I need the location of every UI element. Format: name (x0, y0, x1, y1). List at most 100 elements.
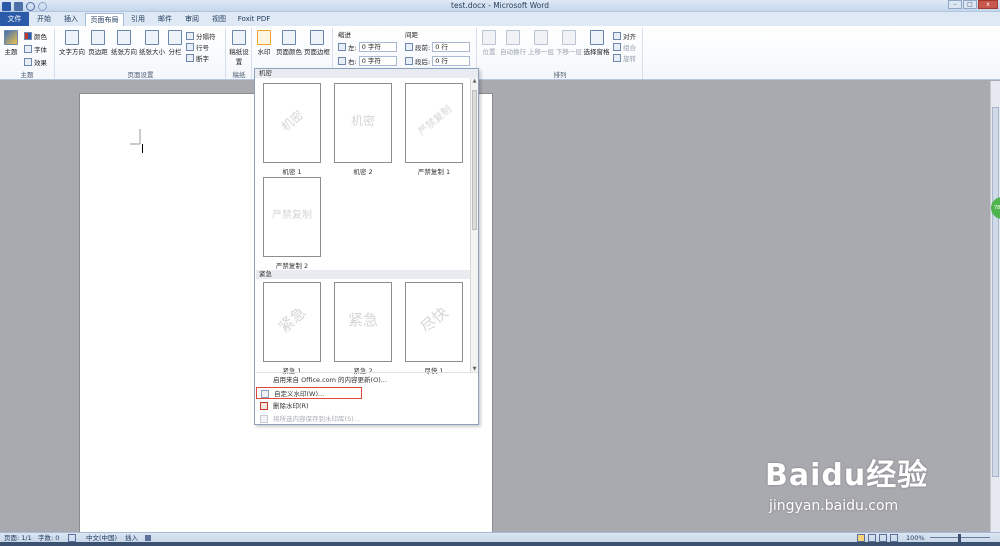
draft-settings-label: 稿纸设置 (229, 48, 249, 66)
selection-pane-button[interactable]: 选择窗格 (583, 30, 610, 56)
vertical-scrollbar[interactable] (990, 81, 1000, 532)
rotate-button[interactable]: 旋转 (613, 53, 636, 63)
custom-watermark-label: 自定义水印(W)... (274, 390, 325, 398)
draft-paper-icon (232, 30, 246, 45)
watermark-button[interactable]: 水印 (255, 30, 273, 56)
draft-view-icon[interactable] (890, 534, 898, 542)
draft-settings-button[interactable]: 稿纸设置 (229, 30, 249, 66)
watermark-item[interactable]: 尽快 尽快 1 (405, 282, 463, 375)
gallery-scrollbar[interactable]: ▲ ▼ (470, 78, 478, 372)
minimize-button[interactable]: – (948, 0, 962, 9)
text-direction-button[interactable]: 文字方向 (59, 30, 85, 56)
watermark-item[interactable]: 机密 机密 1 (263, 83, 321, 176)
macro-record-icon[interactable] (145, 535, 151, 541)
hyphenation-icon (186, 54, 194, 62)
page-color-icon (282, 30, 296, 45)
watermark-thumbnail: 紧急 (334, 282, 392, 362)
watermark-item[interactable]: 紧急 紧急 1 (263, 282, 321, 375)
indent-right-input[interactable]: 0 字符 (358, 56, 397, 66)
indent-left-label: 左: (348, 44, 357, 52)
indent-right-row: 右: 0 字符 (338, 56, 397, 66)
colors-icon (24, 32, 32, 40)
save-selection-label: 将所选内容保存到水印库(S)... (273, 415, 360, 423)
tab-page-layout[interactable]: 页面布局 (85, 13, 124, 26)
page-color-label: 页面颜色 (276, 48, 302, 56)
full-screen-view-icon[interactable] (868, 534, 876, 542)
breaks-label: 分隔符 (196, 33, 216, 41)
group-button[interactable]: 组合 (613, 42, 636, 52)
theme-button[interactable]: 主题 (2, 30, 20, 56)
watermark-item[interactable]: 严禁复制 严禁复制 2 (263, 177, 321, 270)
page-color-button[interactable]: 页面颜色 (275, 30, 303, 56)
tab-references[interactable]: 引用 (125, 13, 151, 26)
zoom-slider-thumb[interactable] (958, 534, 961, 542)
position-button[interactable]: 位置 (480, 30, 498, 56)
remove-watermark-menu-item[interactable]: 删除水印(R) (256, 400, 478, 412)
indent-left-input[interactable]: 0 字符 (358, 42, 397, 52)
watermark-item[interactable]: 机密 机密 2 (334, 83, 392, 176)
scroll-up-icon[interactable]: ▲ (472, 78, 477, 84)
group-label: 组合 (623, 44, 636, 52)
remove-watermark-icon (260, 402, 268, 410)
colors-button[interactable]: 颜色 (24, 31, 47, 41)
tab-insert[interactable]: 插入 (58, 13, 84, 26)
gallery-scrollbar-thumb[interactable] (472, 90, 477, 230)
tab-view[interactable]: 视图 (206, 13, 232, 26)
orientation-button[interactable]: 纸张方向 (110, 30, 138, 56)
send-backward-button[interactable]: 下移一层 (556, 30, 582, 56)
effects-button[interactable]: 效果 (24, 57, 47, 67)
save-selection-menu-item[interactable]: 将所选内容保存到水印库(S)... (256, 413, 478, 425)
page-setup-group-label: 页面设置 (127, 71, 154, 79)
bring-forward-button[interactable]: 上移一层 (528, 30, 554, 56)
effects-label: 效果 (34, 59, 47, 67)
page-borders-label: 页面边框 (304, 48, 330, 56)
size-button[interactable]: 纸张大小 (138, 30, 166, 56)
arrange-group-label: 排列 (553, 71, 567, 79)
tab-home[interactable]: 开始 (30, 13, 58, 26)
page-borders-button[interactable]: 页面边框 (303, 30, 331, 56)
line-numbers-button[interactable]: 行号 (186, 42, 209, 52)
scrollbar-thumb[interactable] (992, 107, 999, 477)
print-layout-view-icon[interactable] (857, 534, 865, 542)
window-controls: – □ x (948, 0, 998, 9)
watermark-preview-text: 紧急 (347, 311, 378, 329)
align-button[interactable]: 对齐 (613, 31, 636, 41)
watermark-preview-text: 尽快 (417, 303, 452, 337)
selection-pane-icon (589, 30, 604, 45)
maximize-button[interactable]: □ (963, 0, 977, 9)
page-setup-group: 文字方向 页边距 纸张方向 纸张大小 分栏 分隔符 行号 断字 页面设置 (56, 28, 226, 79)
breaks-button[interactable]: 分隔符 (186, 31, 216, 41)
spacing-title: 间距 (405, 31, 418, 39)
tab-foxit-pdf[interactable]: Foxit PDF (234, 13, 274, 26)
bring-forward-icon (534, 30, 548, 45)
rotate-label: 旋转 (623, 55, 636, 63)
office-update-menu-item[interactable]: 启用来自 Office.com 的内容更新(O)... (256, 374, 478, 386)
web-layout-view-icon[interactable] (879, 534, 887, 542)
tab-file[interactable]: 文件 (0, 12, 29, 26)
tab-review[interactable]: 审阅 (179, 13, 205, 26)
menu-separator (256, 372, 478, 373)
columns-button[interactable]: 分栏 (166, 30, 184, 56)
margins-button[interactable]: 页边距 (86, 30, 110, 56)
watermark-item[interactable]: 紧急 紧急 2 (334, 282, 392, 375)
watermark-preview-text: 严禁复制 (272, 210, 312, 221)
fonts-button[interactable]: 字体 (24, 44, 47, 54)
custom-watermark-menu-item[interactable]: 自定义水印(W)... (256, 387, 362, 399)
watermark-item[interactable]: 严禁复制 严禁复制 1 (405, 83, 463, 176)
line-numbers-label: 行号 (196, 44, 209, 52)
spacing-after-input[interactable]: 0 行 (432, 56, 471, 66)
spacing-before-input[interactable]: 0 行 (432, 42, 471, 52)
margins-icon (91, 30, 105, 45)
spacing-after-icon (405, 57, 413, 65)
text-direction-label: 文字方向 (59, 48, 85, 56)
hyphenation-button[interactable]: 断字 (186, 53, 209, 63)
wrap-text-label: 自动换行 (500, 48, 526, 56)
arrange-group: 位置 自动换行 上移一层 下移一层 选择窗格 对齐 组合 旋转 排列 (478, 28, 643, 79)
close-button[interactable]: x (978, 0, 998, 9)
tab-mailings[interactable]: 邮件 (152, 13, 178, 26)
proofing-icon[interactable] (68, 534, 76, 542)
bring-forward-label: 上移一层 (528, 48, 554, 56)
wrap-text-button[interactable]: 自动换行 (500, 30, 526, 56)
columns-label: 分栏 (168, 48, 182, 56)
watermark-preview-text: 严禁复制 (416, 103, 455, 139)
